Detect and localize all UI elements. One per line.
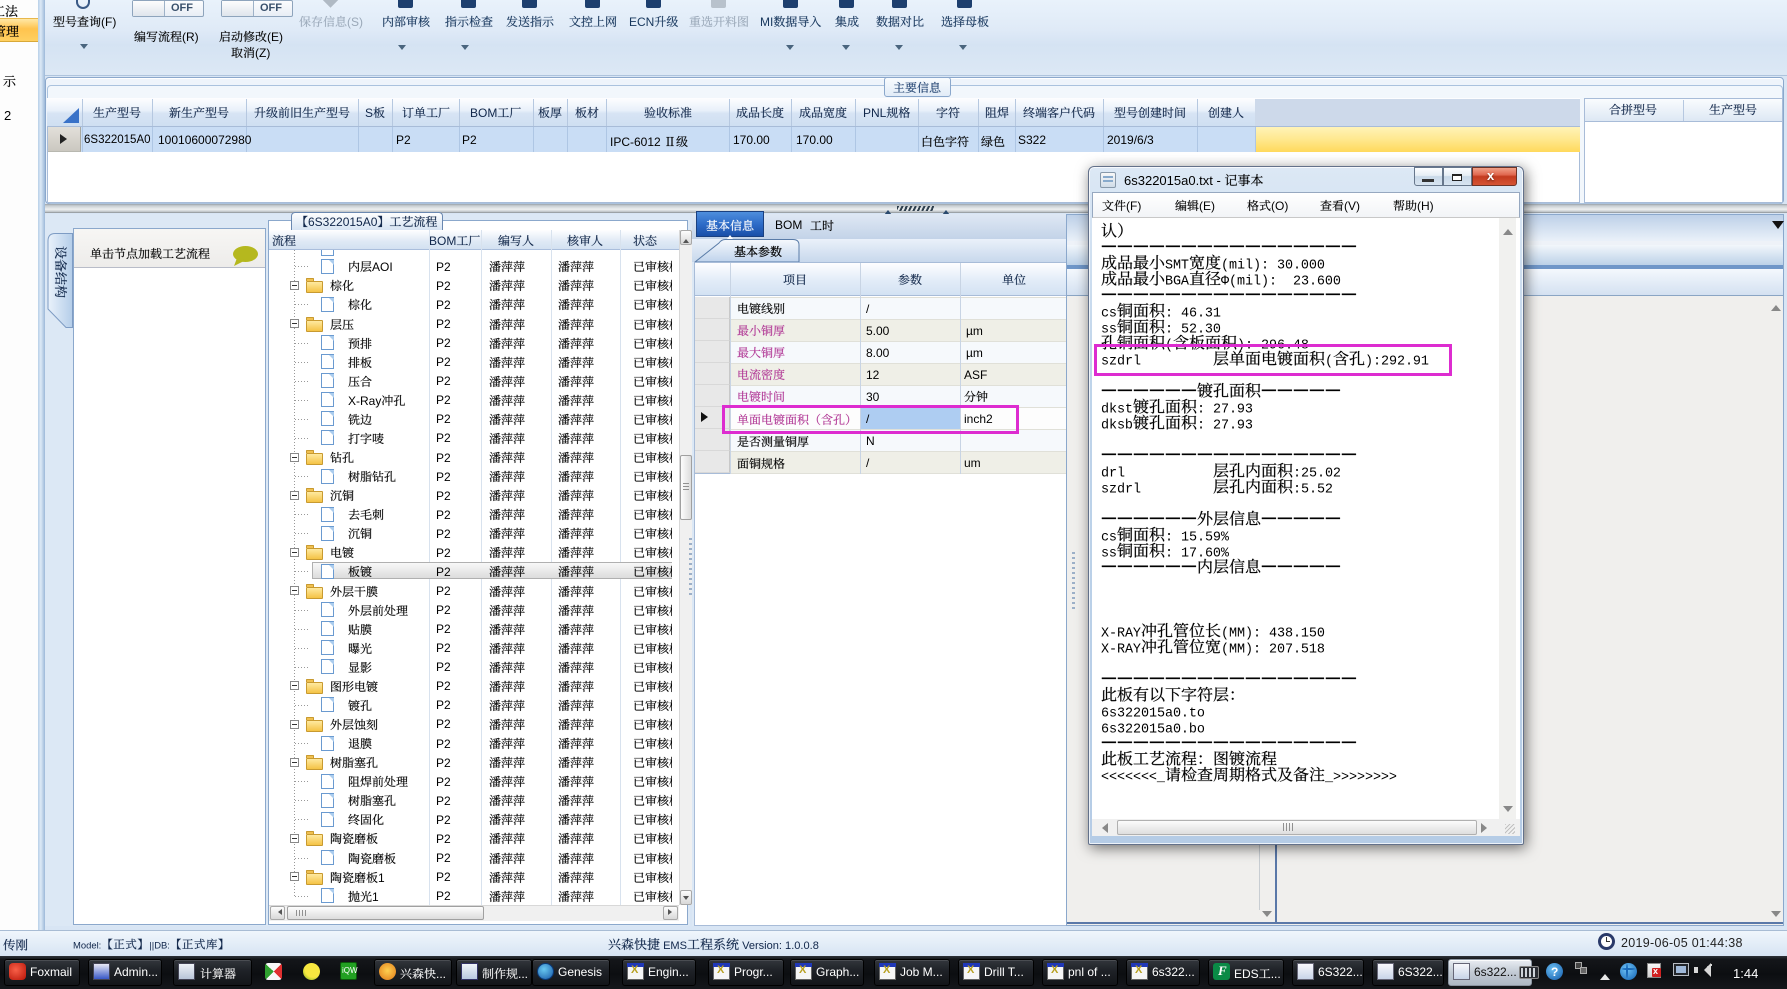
svg-text:(H): (H): [1417, 199, 1434, 213]
svg-text:(R): (R): [182, 30, 199, 44]
svg-text:(O): (O): [1271, 199, 1288, 213]
svg-text:dksb: dksb: [1101, 418, 1133, 433]
svg-text:BOM: BOM: [470, 106, 497, 120]
svg-text:: 27.93: : 27.93: [1197, 418, 1253, 433]
svg-text:EMS: EMS: [660, 940, 687, 952]
svg-text:S: S: [365, 106, 373, 120]
svg-text:||DB:: ||DB:: [149, 939, 170, 950]
svg-text:...: ...: [1271, 967, 1281, 981]
svg-text:<<<<<<<_: <<<<<<<_: [1101, 770, 1166, 785]
svg-text:_>>>>>>>>: _>>>>>>>>: [1324, 770, 1397, 785]
svg-text:Version: 1.0.0.8: Version: 1.0.0.8: [739, 940, 819, 952]
svg-text:6s322015a0.txt -: 6s322015a0.txt -: [1124, 173, 1224, 188]
svg-text:(F): (F): [1126, 199, 1141, 213]
svg-text:(Z): (Z): [255, 46, 270, 60]
svg-text:(F): (F): [101, 15, 116, 29]
svg-text:ECN: ECN: [629, 15, 654, 29]
svg-text:6S322015A0: 6S322015A0: [308, 215, 378, 229]
svg-text:szdrl: szdrl: [1101, 482, 1213, 497]
svg-text::5.52: :5.52: [1293, 482, 1333, 497]
svg-text:...: ...: [518, 967, 528, 981]
svg-text:MI: MI: [760, 15, 773, 29]
svg-text:(E): (E): [1199, 199, 1215, 213]
svg-text:1: 1: [372, 890, 379, 904]
svg-text:...: ...: [436, 967, 446, 981]
svg-text:(S): (S): [347, 15, 363, 29]
svg-text:AOI: AOI: [372, 260, 393, 274]
svg-text:(V): (V): [1344, 199, 1360, 213]
svg-text:PNL: PNL: [863, 106, 887, 120]
svg-text:BOM: BOM: [429, 234, 456, 248]
svg-text:EDS: EDS: [1234, 967, 1259, 981]
svg-text:1: 1: [378, 871, 385, 885]
svg-text:IPC-6012: IPC-6012: [610, 135, 664, 149]
svg-text:(E): (E): [267, 30, 283, 44]
svg-text:(MM): 207.518: (MM): 207.518: [1221, 642, 1325, 657]
svg-text:X-RAY: X-RAY: [1101, 642, 1141, 657]
svg-text:X-Ray: X-Ray: [348, 394, 381, 408]
svg-text:Model:: Model:: [73, 939, 101, 950]
